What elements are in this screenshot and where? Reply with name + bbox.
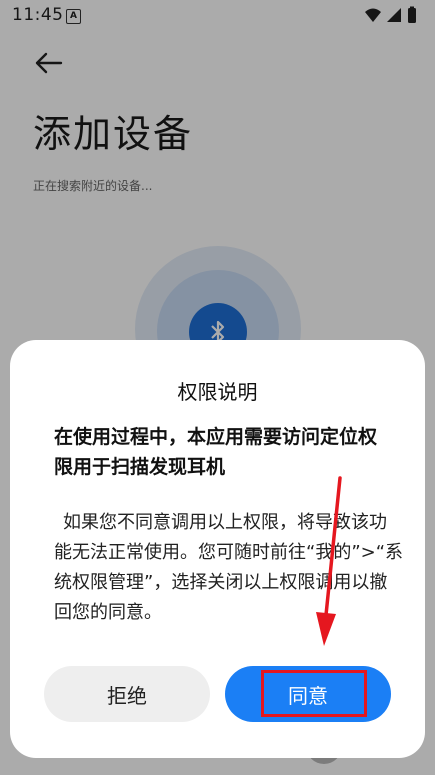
dialog-title: 权限说明 — [177, 380, 258, 404]
annotation-highlight-box — [261, 670, 367, 717]
dialog-body: 如果您不同意调用以上权限，将导致该功能无法正常使用。您可随时前往“我的”>“系统… — [54, 512, 404, 623]
dialog-subtitle: 在使用过程中，本应用需要访问定位权限用于扫描发现耳机 — [54, 426, 378, 478]
reject-button[interactable]: 拒绝 — [44, 666, 210, 722]
